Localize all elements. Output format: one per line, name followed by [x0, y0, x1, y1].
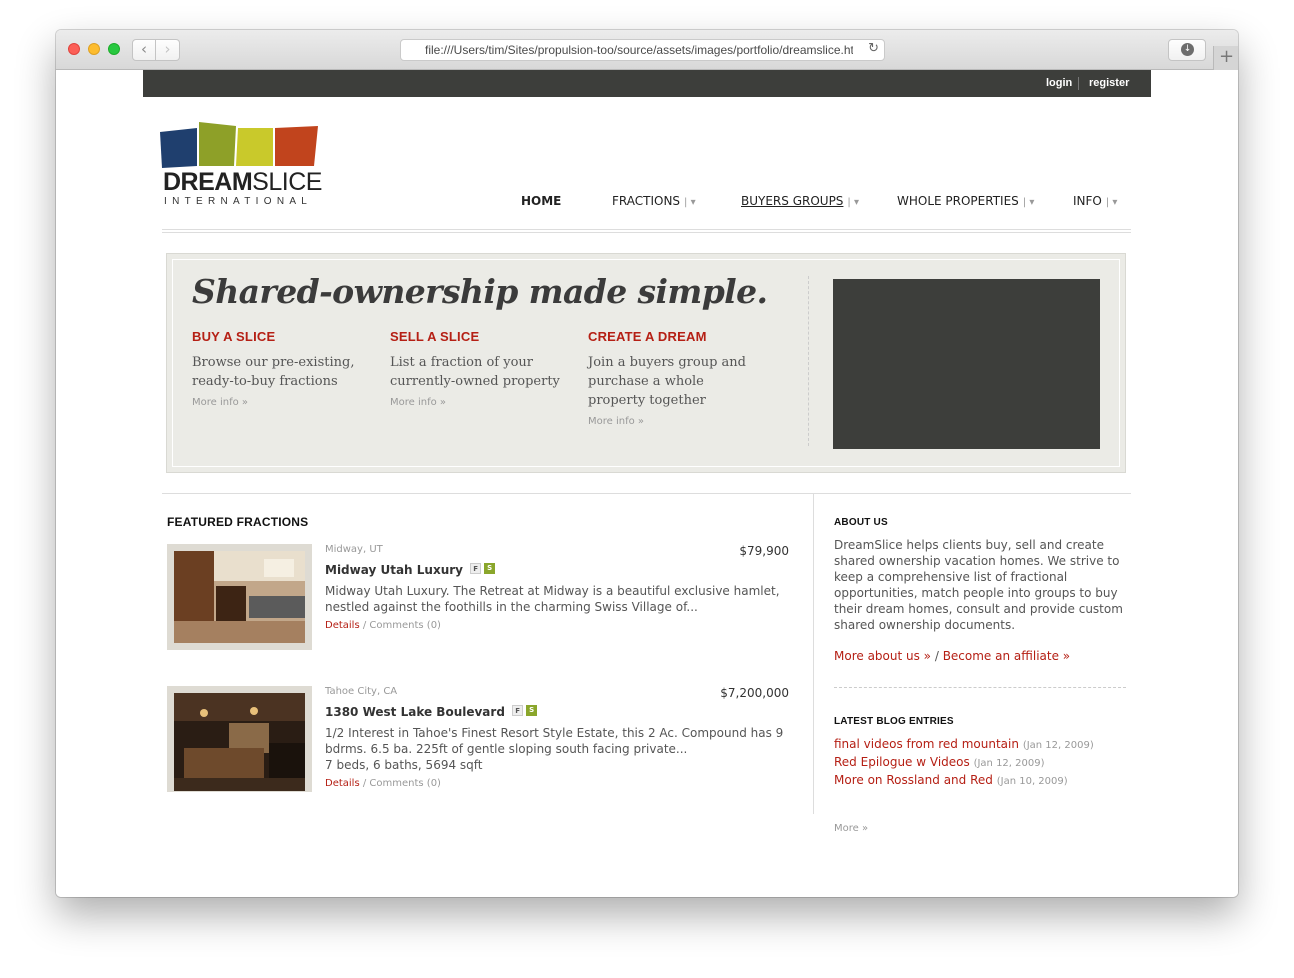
account-bar: login register — [143, 70, 1151, 97]
more-info-link[interactable]: More info » — [390, 397, 565, 408]
kitchen-photo-icon — [174, 551, 305, 643]
browser-titlebar: ‹ › file:///Users/tim/Sites/propulsion-t… — [56, 30, 1238, 70]
back-button[interactable]: ‹ — [132, 39, 156, 61]
hero-column-create: CREATE A DREAM Join a buyers group and p… — [588, 329, 763, 427]
listing-photo[interactable] — [167, 544, 312, 650]
listing-location: Midway, UT — [325, 544, 383, 555]
hero-column-heading[interactable]: SELL A SLICE — [390, 329, 565, 344]
nav-home[interactable]: HOME — [521, 194, 561, 208]
content-divider — [162, 493, 1131, 494]
listing-title[interactable]: Midway Utah Luxury FS — [325, 563, 496, 577]
listing-specs: 7 beds, 6 baths, 5694 sqft — [325, 758, 483, 772]
downloads-button[interactable]: ↓ — [1168, 39, 1206, 61]
blog-title: LATEST BLOG ENTRIES — [834, 716, 954, 727]
register-link[interactable]: register — [1089, 77, 1129, 89]
url-text[interactable]: file:///Users/tim/Sites/propulsion-too/s… — [425, 43, 853, 57]
chevron-down-icon: | ▾ — [1105, 197, 1118, 208]
login-link[interactable]: login — [1046, 77, 1072, 89]
listing-description: Midway Utah Luxury. The Retreat at Midwa… — [325, 584, 780, 614]
nav-info[interactable]: INFO | ▾ — [1073, 194, 1117, 208]
more-info-link[interactable]: More info » — [192, 397, 367, 408]
blog-entry: Red Epilogue w Videos (Jan 12, 2009) — [834, 755, 1134, 769]
close-window-button[interactable] — [68, 43, 80, 55]
about-us-text: DreamSlice helps clients buy, sell and c… — [834, 538, 1123, 632]
slice-badge-icon: S — [484, 563, 496, 574]
logo-subtitle: INTERNATIONAL — [164, 196, 313, 207]
new-tab-button[interactable]: + — [1213, 46, 1238, 70]
listing-photo[interactable] — [167, 686, 312, 792]
listing-description: 1/2 Interest in Tahoe's Finest Resort St… — [325, 726, 784, 772]
blog-entry-link[interactable]: final videos from red mountain — [834, 737, 1019, 751]
column-divider — [813, 494, 814, 814]
more-about-link[interactable]: More about us » — [834, 649, 931, 663]
become-affiliate-link[interactable]: Become an affiliate » — [943, 649, 1070, 663]
slice-badge-icon: S — [526, 705, 538, 716]
listing-item: Tahoe City, CA $7,200,000 1380 West Lake… — [167, 686, 789, 796]
nav-whole-properties[interactable]: WHOLE PROPERTIES | ▾ — [897, 194, 1034, 208]
minimize-window-button[interactable] — [88, 43, 100, 55]
listing-item: Midway, UT $79,900 Midway Utah Luxury FS… — [167, 544, 789, 654]
chevron-down-icon: | ▾ — [847, 197, 859, 208]
hero-column-buy: BUY A SLICE Browse our pre-existing, rea… — [192, 329, 367, 408]
nav-fractions[interactable]: FRACTIONS | ▾ — [612, 194, 696, 208]
listing-price: $7,200,000 — [720, 686, 789, 700]
hero-column-heading[interactable]: BUY A SLICE — [192, 329, 367, 344]
hero-title: Shared-ownership made simple. — [192, 272, 768, 311]
forward-button[interactable]: › — [156, 39, 180, 61]
account-bar-divider — [1078, 77, 1079, 90]
download-icon: ↓ — [1181, 43, 1194, 56]
featured-fractions-title: FEATURED FRACTIONS — [167, 515, 309, 529]
reload-icon[interactable]: ↻ — [868, 41, 879, 56]
video-player[interactable] — [833, 279, 1100, 449]
about-us-title: ABOUT US — [834, 517, 888, 528]
blog-entry: More on Rossland and Red (Jan 10, 2009) — [834, 773, 1134, 787]
blog-more-link[interactable]: More » — [834, 823, 868, 834]
hero-column-heading[interactable]: CREATE A DREAM — [588, 329, 763, 344]
fraction-badge-icon: F — [512, 705, 524, 716]
chevron-down-icon: | ▾ — [684, 197, 696, 208]
details-link[interactable]: Details — [325, 778, 360, 789]
zoom-window-button[interactable] — [108, 43, 120, 55]
blog-entry-link[interactable]: Red Epilogue w Videos — [834, 755, 970, 769]
chevron-right-icon: › — [164, 40, 171, 58]
chevron-left-icon: ‹ — [141, 40, 147, 58]
blog-entry: final videos from red mountain (Jan 12, … — [834, 737, 1134, 751]
details-link[interactable]: Details — [325, 620, 360, 631]
plus-icon: + — [1218, 46, 1235, 67]
browser-window: ‹ › file:///Users/tim/Sites/propulsion-t… — [56, 30, 1238, 897]
blog-entry-date: (Jan 12, 2009) — [1022, 740, 1094, 751]
about-links: More about us » / Become an affiliate » — [834, 649, 1071, 663]
listing-price: $79,900 — [739, 544, 789, 558]
listing-location: Tahoe City, CA — [325, 686, 398, 697]
hero-panel: Shared-ownership made simple. BUY A SLIC… — [166, 253, 1126, 473]
hero-column-sell: SELL A SLICE List a fraction of your cur… — [390, 329, 565, 408]
comments-link[interactable]: Comments (0) — [369, 620, 441, 631]
hero-column-desc: Join a buyers group and purchase a whole… — [588, 355, 746, 408]
more-info-link[interactable]: More info » — [588, 416, 763, 427]
dining-room-photo-icon — [174, 693, 305, 791]
comments-link[interactable]: Comments (0) — [369, 778, 441, 789]
hero-column-desc: List a fraction of your currently-owned … — [390, 355, 560, 389]
blog-entry-link[interactable]: More on Rossland and Red — [834, 773, 993, 787]
address-bar[interactable]: file:///Users/tim/Sites/propulsion-too/s… — [400, 39, 885, 61]
nav-divider — [162, 229, 1131, 233]
nav-buyers-groups[interactable]: BUYERS GROUPS | ▾ — [741, 194, 859, 208]
listing-footer: Details / Comments (0) — [325, 620, 441, 631]
chevron-down-icon: | ▾ — [1022, 197, 1035, 208]
logo-wordmark: DREAMSLICE — [163, 168, 322, 196]
sidebar-divider — [834, 687, 1126, 688]
web-page: login register DREAMSLICE INTERNATIONAL … — [56, 70, 1238, 897]
hero-divider — [808, 276, 809, 446]
blog-entry-date: (Jan 12, 2009) — [973, 758, 1045, 769]
listing-title[interactable]: 1380 West Lake Boulevard FS — [325, 705, 538, 719]
listing-footer: Details / Comments (0) — [325, 778, 441, 789]
blog-entry-date: (Jan 10, 2009) — [996, 776, 1068, 787]
fraction-badge-icon: F — [470, 563, 482, 574]
hero-column-desc: Browse our pre-existing, ready-to-buy fr… — [192, 355, 355, 389]
